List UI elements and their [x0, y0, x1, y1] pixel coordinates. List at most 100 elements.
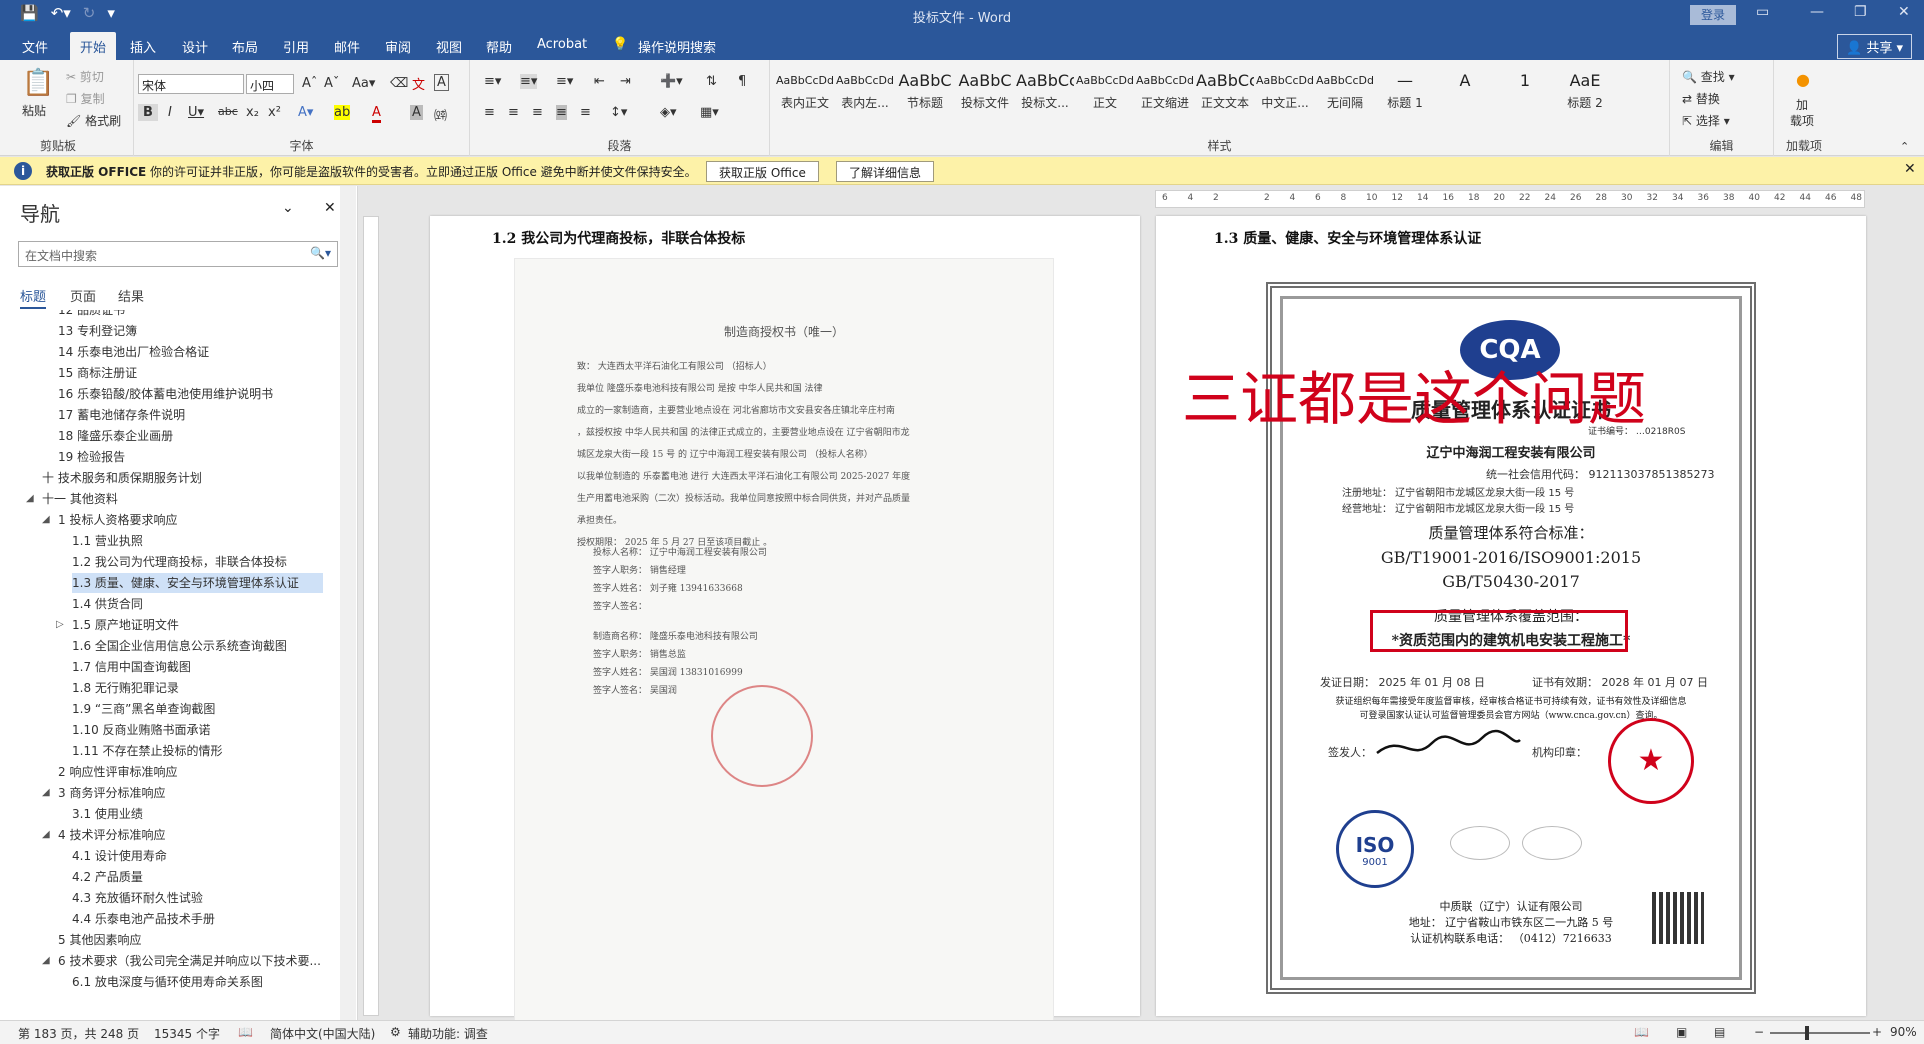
- language[interactable]: 简体中文(中国大陆): [270, 1025, 375, 1042]
- asian-layout-icon[interactable]: ➕▾: [660, 74, 683, 89]
- style-item[interactable]: A: [1436, 68, 1494, 126]
- tab-references[interactable]: 引用: [283, 37, 309, 56]
- close-message-icon[interactable]: ✕: [1904, 161, 1916, 177]
- format-painter-button[interactable]: 🖌 格式刷: [66, 112, 121, 129]
- nav-item[interactable]: 4.2 产品质量: [72, 867, 143, 887]
- subscript-icon[interactable]: x₂: [246, 105, 259, 120]
- style-item[interactable]: AaBbC 投标文件: [956, 68, 1014, 126]
- ribbon-display-icon[interactable]: ▭: [1756, 4, 1769, 20]
- style-item[interactable]: AaBbC 节标题: [896, 68, 954, 126]
- tab-layout[interactable]: 布局: [232, 37, 258, 56]
- expand-arrow-icon[interactable]: ◢: [42, 951, 50, 971]
- expand-arrow-icon[interactable]: ◢: [26, 489, 34, 509]
- zoom-out-icon[interactable]: −: [1754, 1025, 1764, 1039]
- collapse-ribbon-icon[interactable]: ⌃: [1900, 140, 1909, 153]
- bullets-icon[interactable]: ≡▾: [484, 74, 501, 89]
- nav-item[interactable]: 3.1 使用业绩: [72, 804, 143, 824]
- tab-design[interactable]: 设计: [182, 37, 208, 56]
- underline-icon[interactable]: U▾: [188, 105, 204, 120]
- nav-item[interactable]: 6.1 放电深度与循环使用寿命关系图: [72, 972, 263, 992]
- align-left-icon[interactable]: ≡: [484, 105, 495, 120]
- nav-tab-results[interactable]: 结果: [118, 286, 144, 305]
- expand-arrow-icon[interactable]: ◢: [42, 510, 50, 530]
- nav-item[interactable]: 12 品质证书: [58, 310, 125, 320]
- accessibility-status[interactable]: 辅助功能: 调查: [408, 1025, 488, 1042]
- close-icon[interactable]: ✕: [1898, 4, 1910, 20]
- find-button[interactable]: 🔍 查找 ▾: [1682, 68, 1735, 85]
- addins-button-line2[interactable]: 载项: [1790, 112, 1814, 129]
- get-genuine-button[interactable]: 获取正版 Office: [706, 161, 819, 182]
- increase-indent-icon[interactable]: ⇥: [620, 74, 631, 89]
- tab-review[interactable]: 审阅: [385, 37, 411, 56]
- nav-item[interactable]: ◢ 3 商务评分标准响应: [42, 783, 165, 803]
- collapse-arrow-icon[interactable]: ▷: [56, 615, 64, 635]
- align-center-icon[interactable]: ≡: [508, 105, 519, 120]
- zoom-slider[interactable]: [1770, 1032, 1870, 1034]
- nav-item[interactable]: 18 隆盛乐泰企业画册: [58, 426, 173, 446]
- nav-item[interactable]: 1.6 全国企业信用信息公示系统查询截图: [72, 636, 287, 656]
- learn-more-button[interactable]: 了解详细信息: [836, 161, 935, 182]
- align-right-icon[interactable]: ≡: [532, 105, 543, 120]
- line-spacing-icon[interactable]: ↕▾: [610, 105, 627, 120]
- nav-item[interactable]: 1.8 无行贿犯罪记录: [72, 678, 179, 698]
- bold-icon[interactable]: B: [138, 104, 158, 121]
- nav-item[interactable]: ▷ 1.5 原产地证明文件: [56, 615, 179, 635]
- enclose-char-icon[interactable]: ㈞: [434, 105, 447, 124]
- print-layout-icon[interactable]: ▣: [1676, 1025, 1687, 1039]
- style-item[interactable]: 1: [1496, 68, 1554, 126]
- highlight-icon[interactable]: ab: [334, 105, 351, 120]
- nav-item[interactable]: 4.4 乐泰电池产品技术手册: [72, 909, 215, 929]
- login-button[interactable]: 登录: [1690, 5, 1736, 25]
- nav-item[interactable]: ◢ 6 技术要求（我公司完全满足并响应以下技术要...: [42, 951, 321, 971]
- page-1[interactable]: 1.2 我公司为代理商投标，非联合体投标 制造商授权书（唯一） 致： 大连西太平…: [430, 216, 1140, 1020]
- addins-icon[interactable]: ●: [1796, 70, 1810, 89]
- expand-arrow-icon[interactable]: ◢: [42, 825, 50, 845]
- nav-options-icon[interactable]: ⌄: [282, 200, 294, 216]
- style-item[interactable]: AaBbCcDdI 正文缩进: [1136, 68, 1194, 126]
- style-item[interactable]: AaBbCcDdI 表内正文: [776, 68, 834, 126]
- nav-item[interactable]: 1.10 反商业贿赂书面承诺: [72, 720, 211, 740]
- tab-help[interactable]: 帮助: [486, 37, 512, 56]
- tab-insert[interactable]: 插入: [130, 37, 156, 56]
- tab-acrobat[interactable]: Acrobat: [537, 37, 587, 52]
- nav-item[interactable]: 15 商标注册证: [58, 363, 137, 383]
- nav-item[interactable]: 十 技术服务和质保期服务计划: [42, 468, 202, 488]
- style-item[interactable]: AaBbCc 投标文...: [1016, 68, 1074, 126]
- tell-me-search[interactable]: 操作说明搜索: [638, 37, 716, 56]
- read-mode-icon[interactable]: 📖: [1634, 1025, 1649, 1039]
- font-color-icon[interactable]: A: [372, 105, 381, 123]
- sort-icon[interactable]: ⇅: [706, 74, 717, 89]
- web-layout-icon[interactable]: ▤: [1714, 1025, 1725, 1039]
- cut-button[interactable]: ✂ 剪切: [66, 68, 104, 85]
- nav-item[interactable]: 17 蓄电池储存条件说明: [58, 405, 185, 425]
- shrink-font-icon[interactable]: Aˇ: [324, 76, 339, 91]
- text-effects-icon[interactable]: A▾: [298, 105, 313, 120]
- font-name-combo[interactable]: 宋体: [138, 74, 244, 94]
- style-item[interactable]: AaE 标题 2: [1556, 68, 1614, 126]
- nav-item[interactable]: 14 乐泰电池出厂检验合格证: [58, 342, 209, 362]
- decrease-indent-icon[interactable]: ⇤: [594, 74, 605, 89]
- nav-close-icon[interactable]: ✕: [324, 200, 336, 216]
- tab-file[interactable]: 文件: [22, 37, 48, 56]
- nav-item[interactable]: 1.11 不存在禁止投标的情形: [72, 741, 223, 761]
- select-button[interactable]: ⇱ 选择 ▾: [1682, 112, 1730, 129]
- nav-item[interactable]: 19 检验报告: [58, 447, 125, 467]
- tab-home[interactable]: 开始: [70, 32, 117, 60]
- tab-mailings[interactable]: 邮件: [334, 37, 360, 56]
- zoom-slider-thumb[interactable]: [1805, 1026, 1809, 1040]
- tab-view[interactable]: 视图: [436, 37, 462, 56]
- multilevel-icon[interactable]: ≡▾: [556, 74, 573, 89]
- nav-item[interactable]: 16 乐泰铅酸/胶体蓄电池使用维护说明书: [58, 384, 273, 404]
- zoom-level[interactable]: 90%: [1890, 1025, 1917, 1039]
- style-item[interactable]: AaBbCcDdI 无间隔: [1316, 68, 1374, 126]
- nav-item[interactable]: 5 其他因素响应: [58, 930, 141, 950]
- char-shading-icon[interactable]: A: [410, 105, 423, 120]
- page-2[interactable]: 1.3 质量、健康、安全与环境管理体系认证 CQA 质量管理体系认证证书 证书编…: [1156, 216, 1866, 1016]
- nav-item[interactable]: 1.3 质量、健康、安全与环境管理体系认证: [72, 573, 323, 593]
- minimize-icon[interactable]: —: [1810, 4, 1824, 20]
- nav-scrollbar[interactable]: [340, 186, 356, 1020]
- nav-tab-pages[interactable]: 页面: [70, 286, 96, 305]
- paste-button[interactable]: 粘贴: [22, 102, 46, 119]
- nav-item[interactable]: 13 专利登记簿: [58, 321, 137, 341]
- nav-item[interactable]: 4.1 设计使用寿命: [72, 846, 167, 866]
